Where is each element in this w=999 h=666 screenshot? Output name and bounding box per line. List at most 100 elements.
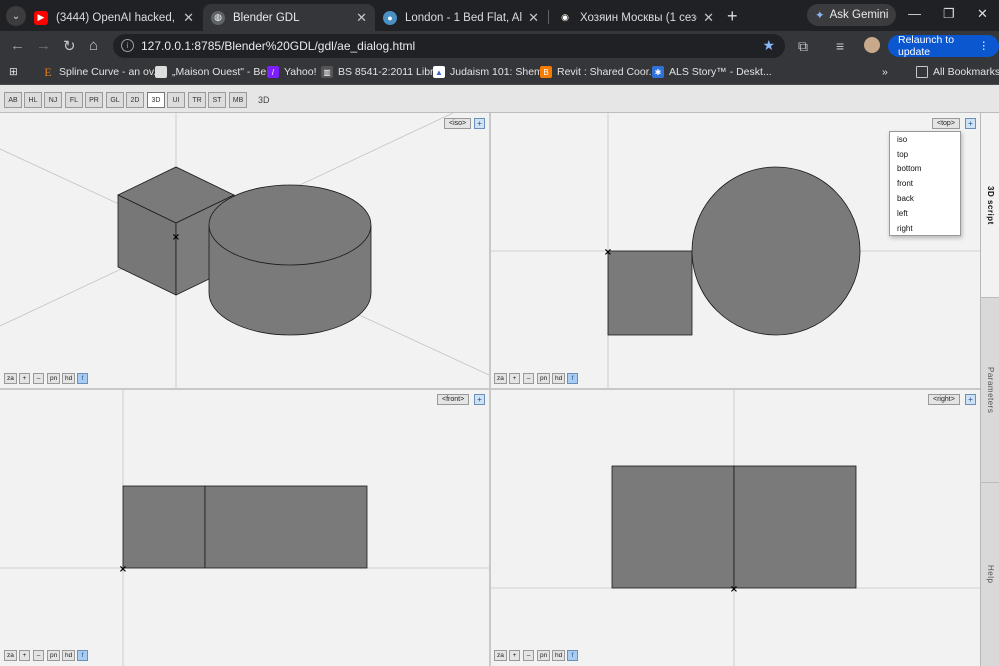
close-tab-icon[interactable]: ✕	[183, 10, 194, 26]
home-icon[interactable]: ⌂	[89, 37, 98, 54]
view-select-button[interactable]: <front>	[437, 394, 470, 405]
zoom-all-button[interactable]: za	[494, 373, 507, 384]
viewport-add-button[interactable]: +	[965, 118, 976, 129]
hide-button[interactable]: hd	[62, 650, 76, 661]
zoom-all-button[interactable]: za	[4, 650, 17, 661]
close-window-icon[interactable]: ✕	[977, 6, 988, 22]
mode-button-ui[interactable]: UI	[167, 92, 185, 108]
back-arrow-icon[interactable]: ←	[10, 37, 25, 54]
mode-button-st[interactable]: ST	[208, 92, 226, 108]
viewport-add-button[interactable]: +	[474, 394, 485, 405]
mode-button-3d[interactable]: 3D	[147, 92, 165, 108]
view-select-button[interactable]: <right>	[928, 394, 960, 405]
view-option-top[interactable]: top	[890, 147, 960, 162]
bookmark-1[interactable]: „Maison Ouest" - Be...	[155, 66, 275, 78]
tab-3d-script-label: 3D script	[986, 185, 995, 225]
view-option-back[interactable]: back	[890, 191, 960, 206]
extensions-icon[interactable]: ⧉	[798, 38, 808, 55]
zoom-in-button[interactable]: +	[19, 373, 30, 384]
fill-toggle-button[interactable]: f	[567, 650, 578, 661]
zoom-in-button[interactable]: +	[19, 650, 30, 661]
view-option-left[interactable]: left	[890, 206, 960, 221]
mode-button-nj[interactable]: NJ	[44, 92, 62, 108]
tab-search-button[interactable]: ⌄	[6, 6, 26, 26]
ask-gemini-button[interactable]: ✦ Ask Gemini	[807, 4, 897, 26]
mode-button-pr[interactable]: PR	[85, 92, 103, 108]
bookmark-4[interactable]: ▲ Judaism 101: Shema	[433, 66, 549, 78]
view-option-iso[interactable]: iso	[890, 132, 960, 147]
viewport-right[interactable]: × <right> + za + – pn hd f	[491, 390, 980, 666]
zoom-out-button[interactable]: –	[523, 373, 534, 384]
hide-button[interactable]: hd	[62, 373, 76, 384]
restore-icon[interactable]: ❐	[943, 6, 955, 22]
pan-button[interactable]: pn	[537, 373, 551, 384]
browser-tab-strip: ⌄ ▶ (3444) OpenAI hacked, Jev, Goo ✕ ◍ B…	[0, 0, 999, 31]
bookmark-6[interactable]: ✱ ALS Story™ - Deskt...	[652, 66, 772, 78]
hide-button[interactable]: hd	[552, 373, 566, 384]
fill-toggle-button[interactable]: f	[77, 650, 88, 661]
bookmark-page-icon	[155, 66, 167, 78]
bookmark-3[interactable]: ▥ BS 8541-2:2011 Libr...	[321, 66, 442, 78]
new-tab-button[interactable]: +	[727, 6, 738, 27]
relaunch-button[interactable]: Relaunch to update ⋮	[888, 34, 999, 58]
site-info-icon[interactable]: i	[121, 39, 134, 52]
tab-title: Blender GDL	[233, 11, 300, 24]
pan-button[interactable]: pn	[537, 650, 551, 661]
zoom-in-button[interactable]: +	[509, 650, 520, 661]
tab-help[interactable]: Help	[981, 483, 999, 666]
browser-tab-3[interactable]: ◉ Хозяин Москвы (1 сезон) смотр ✕	[550, 4, 722, 31]
mode-button-fl[interactable]: FL	[65, 92, 83, 108]
mode-button-mb[interactable]: MB	[229, 92, 247, 108]
youtube-icon: ▶	[34, 10, 48, 25]
browser-tab-0[interactable]: ▶ (3444) OpenAI hacked, Jev, Goo ✕	[26, 4, 202, 31]
mode-button-hl[interactable]: HL	[24, 92, 42, 108]
view-option-right[interactable]: right	[890, 221, 960, 236]
zoom-all-button[interactable]: za	[4, 373, 17, 384]
zoom-all-button[interactable]: za	[494, 650, 507, 661]
close-tab-icon[interactable]: ✕	[356, 10, 367, 26]
bookmark-2[interactable]: / Yahoo!	[267, 66, 317, 78]
viewport-add-button[interactable]: +	[474, 118, 485, 129]
forward-arrow-icon[interactable]: →	[36, 37, 51, 54]
bookmark-star-icon[interactable]: ★	[762, 37, 775, 54]
view-option-front[interactable]: front	[890, 176, 960, 191]
view-select-button[interactable]: <iso>	[444, 118, 472, 129]
pan-button[interactable]: pn	[47, 373, 61, 384]
gemini-spark-icon: ✦	[815, 10, 825, 22]
bookmark-0[interactable]: E Spline Curve - an ov...	[42, 65, 162, 79]
view-select-button[interactable]: <top>	[932, 118, 960, 129]
minimize-icon[interactable]: —	[908, 6, 921, 21]
zoom-out-button[interactable]: –	[33, 650, 44, 661]
fill-toggle-button[interactable]: f	[567, 373, 578, 384]
viewport-iso[interactable]: × <iso> + za + – pn hd f	[0, 113, 489, 388]
close-tab-icon[interactable]: ✕	[528, 10, 539, 26]
mode-button-2d[interactable]: 2D	[126, 92, 144, 108]
more-bookmarks-icon[interactable]: »	[882, 66, 888, 78]
hide-button[interactable]: hd	[552, 650, 566, 661]
view-option-bottom[interactable]: bottom	[890, 162, 960, 177]
mode-button-tr[interactable]: TR	[188, 92, 206, 108]
viewport-add-button[interactable]: +	[965, 394, 976, 405]
reading-list-icon[interactable]: ≡	[836, 38, 844, 54]
viewport-front[interactable]: × <front> + za + – pn hd f	[0, 390, 489, 666]
apps-grid-icon[interactable]: ⊞	[9, 66, 18, 78]
reload-icon[interactable]: ↻	[63, 37, 76, 55]
mode-button-gl[interactable]: GL	[106, 92, 124, 108]
viewport-splitter-horizontal[interactable]	[0, 388, 980, 390]
mode-button-ab[interactable]: AB	[4, 92, 22, 108]
fill-toggle-button[interactable]: f	[77, 373, 88, 384]
more-menu-icon[interactable]: ⋮	[979, 40, 990, 52]
pan-button[interactable]: pn	[47, 650, 61, 661]
bookmark-5[interactable]: B Revit : Shared Coor...	[540, 66, 657, 78]
tab-parameters[interactable]: Parameters	[981, 298, 999, 483]
zoom-out-button[interactable]: –	[33, 373, 44, 384]
profile-avatar[interactable]	[864, 37, 880, 53]
browser-tab-1[interactable]: ◍ Blender GDL ✕	[203, 4, 375, 31]
address-bar[interactable]: i 127.0.0.1:8785/Blender%20GDL/gdl/ae_di…	[113, 34, 785, 58]
tab-3d-script[interactable]: 3D script	[981, 113, 999, 298]
zoom-in-button[interactable]: +	[509, 373, 520, 384]
all-bookmarks[interactable]: All Bookmarks	[916, 66, 999, 78]
browser-tab-2[interactable]: ● London - 1 Bed Flat, Alice Court ✕	[375, 4, 547, 31]
zoom-out-button[interactable]: –	[523, 650, 534, 661]
close-tab-icon[interactable]: ✕	[703, 10, 714, 26]
